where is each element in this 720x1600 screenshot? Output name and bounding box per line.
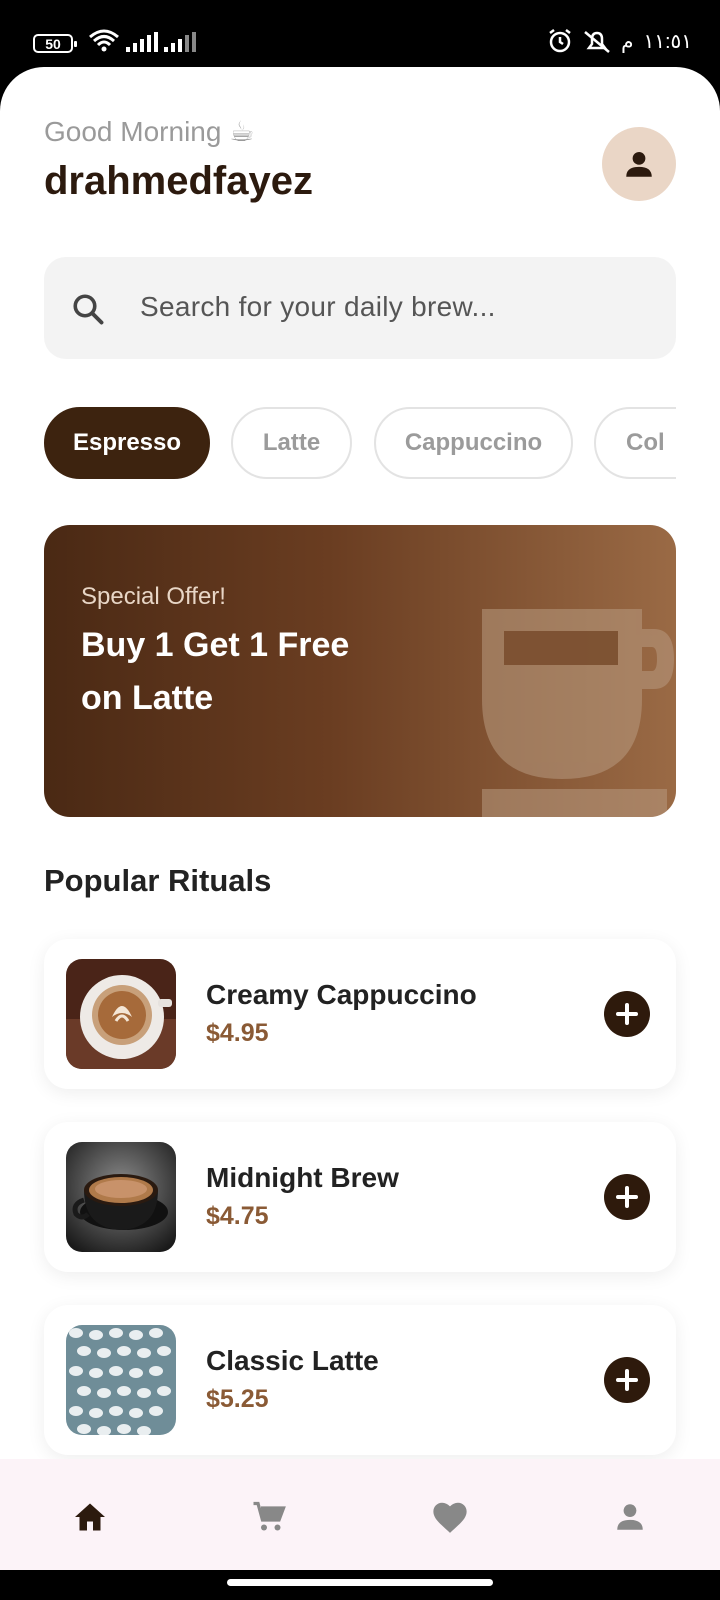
nav-cart[interactable] [250,1497,290,1537]
search-icon [73,294,104,325]
product-image-midnight-brew [66,1142,176,1252]
special-offer-banner[interactable]: Special Offer! Buy 1 Get 1 Free on Latte [44,525,676,817]
product-name: Classic Latte [206,1345,379,1376]
wifi-icon [89,29,119,52]
person-icon [617,1504,643,1530]
home-gesture-pill[interactable] [227,1579,493,1586]
offer-subtitle: Special Offer! [81,583,226,610]
greeting-text: Good Morning ☕ [44,116,255,147]
product-price: $5.25 [206,1385,269,1413]
person-icon [626,151,652,177]
plus-icon [616,1186,638,1208]
product-card[interactable]: Classic Latte $5.25 [44,1305,676,1455]
chip-cold[interactable]: Col [594,407,676,479]
chip-latte[interactable]: Latte [231,407,352,479]
product-image-classic-latte [66,1325,176,1435]
battery-level: 50 [45,35,61,52]
app-screen: Good Morning ☕ drahmedfayez Search for y… [0,67,720,1570]
status-ampm: م [621,30,634,53]
product-card[interactable]: Midnight Brew $4.75 [44,1122,676,1272]
alarm-icon [549,29,571,53]
offer-title: Buy 1 Get 1 Free on Latte [81,626,350,717]
search-bar[interactable]: Search for your daily brew... [44,257,676,359]
category-chips: Espresso Latte Cappuccino Col [44,407,676,481]
username: drahmedfayez [44,159,313,203]
product-card[interactable]: Creamy Cappuccino $4.95 [44,939,676,1089]
signal-icon [126,32,158,52]
product-name: Creamy Cappuccino [206,979,477,1010]
avatar-button[interactable] [602,127,676,201]
add-to-cart-button[interactable] [604,1357,650,1403]
add-to-cart-button[interactable] [604,1174,650,1220]
heart-icon [433,1502,467,1533]
add-to-cart-button[interactable] [604,991,650,1037]
muted-bell-icon [584,31,610,53]
home-icon [75,1503,105,1531]
nav-home[interactable] [70,1497,110,1537]
search-input[interactable]: Search for your daily brew... [140,291,496,323]
chip-cappuccino[interactable]: Cappuccino [374,407,573,479]
plus-icon [616,1003,638,1025]
status-bar: 50 م ١١:٥١ [0,0,720,68]
nav-favorites[interactable] [430,1497,470,1537]
nav-profile[interactable] [610,1497,650,1537]
product-price: $4.75 [206,1202,269,1230]
status-time: ١١:٥١ [643,30,692,53]
coffee-cup-icon [482,609,674,817]
section-title: Popular Rituals [44,863,272,898]
product-name: Midnight Brew [206,1162,399,1193]
signal-icon-2 [164,32,196,52]
cart-icon [253,1501,286,1531]
product-price: $4.95 [206,1019,269,1047]
chip-espresso[interactable]: Espresso [44,407,210,479]
bottom-navigation [0,1459,720,1570]
gesture-bar [0,1570,720,1600]
product-image-cappuccino [66,959,176,1069]
battery-icon: 50 [33,34,77,53]
plus-icon [616,1369,638,1391]
